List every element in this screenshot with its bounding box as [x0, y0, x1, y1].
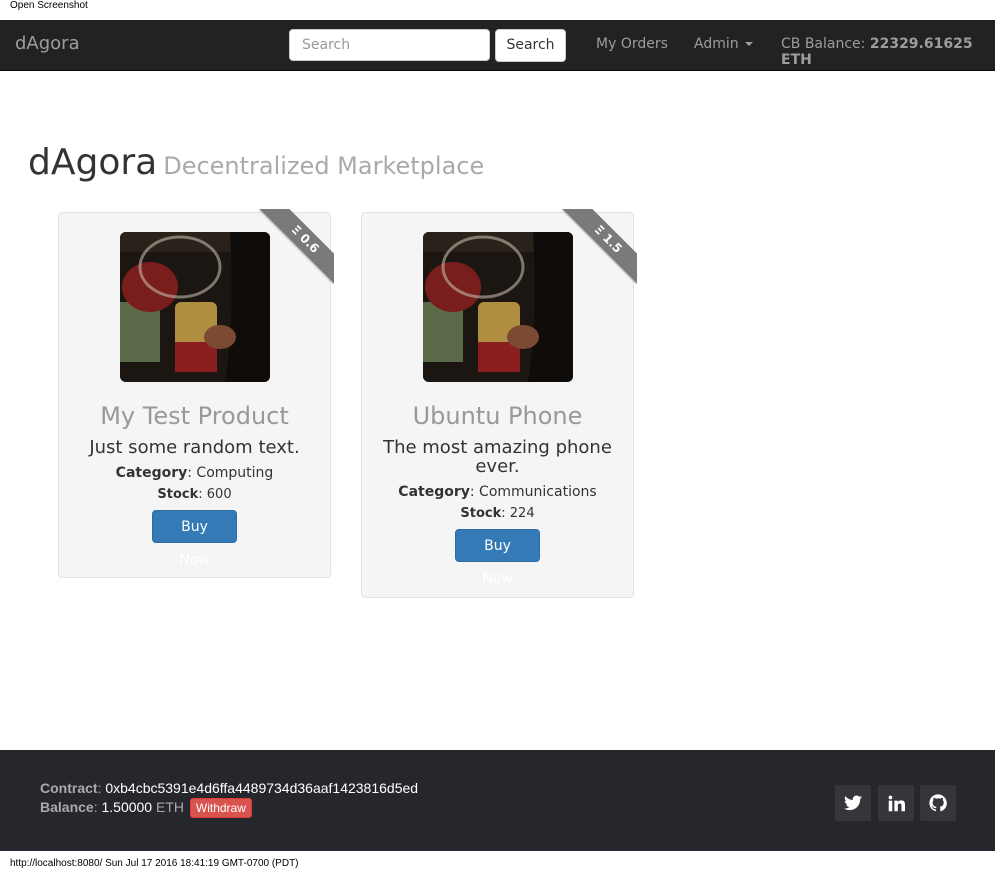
footer-balance: Balance: 1.50000 ETH Withdraw	[40, 798, 252, 818]
product-stock: Stock: 600	[59, 487, 330, 502]
page-title: dAgora Decentralized Marketplace	[28, 142, 484, 183]
stock-label: Stock	[157, 487, 199, 502]
contract-label: Contract	[40, 780, 98, 796]
cb-balance: CB Balance: 22329.61625 ETH	[781, 36, 995, 68]
open-screenshot-label[interactable]: Open Screenshot	[10, 0, 88, 11]
admin-label: Admin	[694, 36, 739, 52]
linkedin-button[interactable]	[878, 785, 914, 821]
price-ribbon: Ξ 0.6	[259, 209, 334, 284]
github-button[interactable]	[920, 785, 956, 821]
withdraw-button[interactable]: Withdraw	[189, 798, 252, 818]
product-description: The most amazing phone ever.	[383, 437, 612, 477]
page-title-text: dAgora	[28, 142, 158, 183]
footer: Contract: 0xb4cbc5391e4d6ffa4489734d36aa…	[0, 750, 995, 851]
product-category: Category: Communications	[362, 484, 633, 500]
product-name[interactable]: My Test Product	[59, 402, 330, 430]
caret-down-icon	[744, 42, 753, 46]
category-label: Category	[398, 484, 470, 500]
contract-address: 0xb4cbc5391e4d6ffa4489734d36aaf1423816d5…	[105, 780, 419, 796]
price-ribbon: Ξ 1.5	[562, 209, 637, 284]
buy-now-button[interactable]: Buy Now	[152, 510, 237, 568]
status-bar: http://localhost:8080/ Sun Jul 17 2016 1…	[10, 858, 299, 869]
twitter-icon	[844, 795, 862, 811]
search-button[interactable]: Search	[495, 29, 566, 62]
product-stock: Stock: 224	[362, 506, 633, 521]
stock-label: Stock	[460, 506, 502, 521]
stock-value: : 224	[501, 506, 535, 521]
page-subtitle: Decentralized Marketplace	[163, 152, 485, 180]
buy-now-button[interactable]: Buy Now	[455, 529, 540, 587]
category-value: : Computing	[187, 465, 274, 481]
top-navbar: dAgora Search My Orders Admin CB Balance…	[0, 20, 995, 71]
footer-contract: Contract: 0xb4cbc5391e4d6ffa4489734d36aa…	[40, 780, 418, 796]
category-label: Category	[115, 465, 188, 481]
price-label: Ξ 1.5	[562, 209, 637, 284]
brand-link[interactable]: dAgora	[15, 33, 80, 54]
product-card: Ξ 0.6 My Test Product Just some random t…	[58, 209, 334, 578]
balance-label: Balance	[40, 799, 94, 815]
github-icon	[929, 794, 947, 812]
price-label: Ξ 0.6	[259, 209, 334, 284]
product-card: Ξ 1.5 Ubuntu Phone The most amazing phon…	[361, 209, 637, 598]
cb-balance-label: CB Balance:	[781, 36, 866, 52]
twitter-button[interactable]	[835, 785, 871, 821]
search-input[interactable]	[289, 29, 490, 61]
admin-dropdown[interactable]: Admin	[694, 36, 753, 52]
my-orders-link[interactable]: My Orders	[596, 36, 668, 52]
product-name[interactable]: Ubuntu Phone	[362, 402, 633, 430]
stock-value: : 600	[198, 487, 232, 502]
balance-unit: ETH	[155, 799, 184, 815]
product-category: Category: Computing	[59, 465, 330, 481]
product-image[interactable]	[422, 232, 573, 382]
product-image[interactable]	[119, 232, 270, 382]
product-description: Just some random text.	[89, 437, 300, 458]
linkedin-icon	[888, 795, 905, 811]
category-value: : Communications	[469, 484, 597, 500]
balance-value: 1.50000	[101, 799, 153, 815]
